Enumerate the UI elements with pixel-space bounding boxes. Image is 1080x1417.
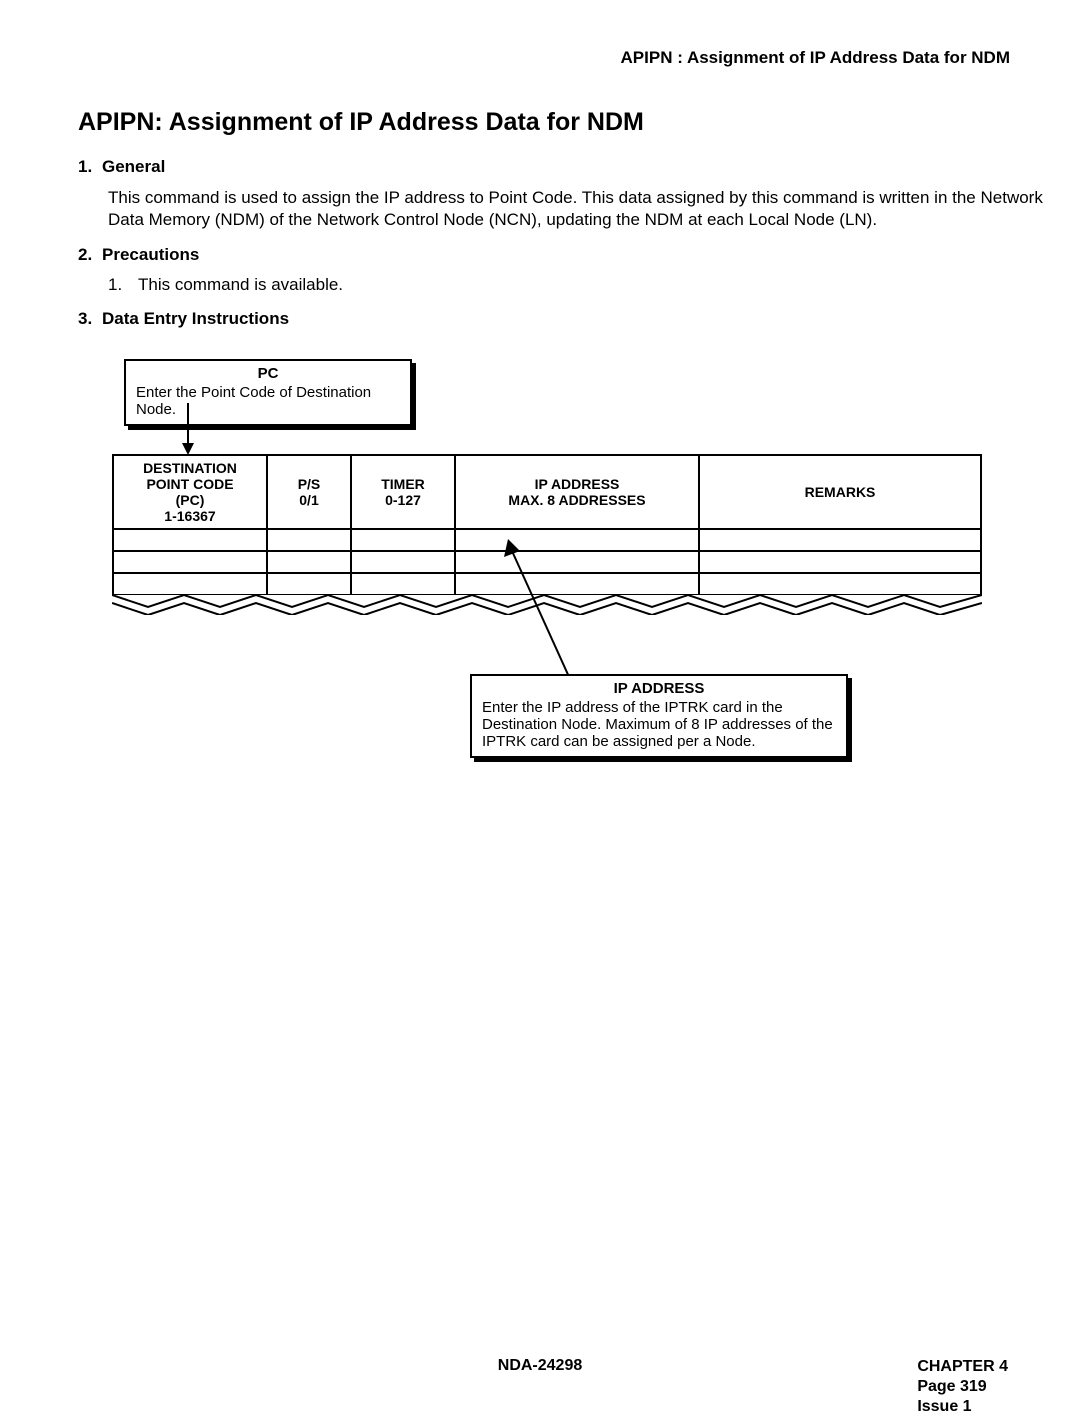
- footer-issue: Issue 1: [917, 1397, 1008, 1417]
- col5-l1: REMARKS: [706, 484, 974, 500]
- section-title-3: Data Entry Instructions: [102, 309, 289, 328]
- callout-ip: IP ADDRESS Enter the IP address of the I…: [470, 674, 848, 758]
- section-num-2: 2.: [78, 245, 102, 265]
- table-header: DESTINATION POINT CODE (PC) 1-16367 P/S …: [113, 455, 981, 529]
- section-data-entry: 3.Data Entry Instructions: [78, 309, 1080, 329]
- precaution-num-1: 1.: [108, 275, 138, 295]
- section-num-1: 1.: [78, 157, 102, 177]
- footer-doc-id: NDA-24298: [498, 1357, 582, 1375]
- precaution-text-1: This command is available.: [138, 275, 343, 294]
- callout-ip-text: Enter the IP address of the IPTRK card i…: [482, 699, 836, 750]
- col-header-ps: P/S 0/1: [267, 455, 351, 529]
- section-body-1: This command is used to assign the IP ad…: [108, 187, 1080, 231]
- col-header-timer: TIMER 0-127: [351, 455, 455, 529]
- section-title-2: Precautions: [102, 245, 199, 264]
- running-title-text: APIPN : Assignment of IP Address Data fo…: [621, 48, 1010, 67]
- diagram-area: PC Enter the Point Code of Destination N…: [0, 359, 1080, 779]
- footer-chapter: CHAPTER 4: [917, 1357, 1008, 1377]
- col1-l3: (PC): [120, 492, 260, 508]
- col3-l2: 0-127: [358, 492, 448, 508]
- section-title-1: General: [102, 157, 165, 176]
- section-heading-3: 3.Data Entry Instructions: [78, 309, 1080, 329]
- col1-l1: DESTINATION: [120, 460, 260, 476]
- col1-l4: 1-16367: [120, 508, 260, 524]
- col2-l1: P/S: [274, 476, 344, 492]
- col1-l2: POINT CODE: [120, 476, 260, 492]
- col-header-remarks: REMARKS: [699, 455, 981, 529]
- running-header: APIPN : Assignment of IP Address Data fo…: [0, 0, 1080, 68]
- col4-l1: IP ADDRESS: [462, 476, 692, 492]
- arrow-pc-icon: [178, 403, 198, 455]
- section-general: 1.General This command is used to assign…: [78, 157, 1080, 231]
- precaution-item-1: 1.This command is available.: [108, 275, 1080, 295]
- section-heading-1: 1.General: [78, 157, 1080, 177]
- callout-pc: PC Enter the Point Code of Destination N…: [124, 359, 412, 426]
- callout-ip-title: IP ADDRESS: [482, 680, 836, 697]
- footer-page: Page 319: [917, 1377, 1008, 1397]
- arrow-ip-icon: [500, 539, 580, 679]
- col-header-pc: DESTINATION POINT CODE (PC) 1-16367: [113, 455, 267, 529]
- callout-pc-text: Enter the Point Code of Destination Node…: [136, 384, 400, 418]
- section-precautions: 2.Precautions 1.This command is availabl…: [78, 245, 1080, 295]
- page-title: APIPN: Assignment of IP Address Data for…: [78, 108, 1080, 137]
- col3-l1: TIMER: [358, 476, 448, 492]
- callout-pc-title: PC: [136, 365, 400, 382]
- footer-right-block: CHAPTER 4 Page 319 Issue 1: [917, 1357, 1008, 1417]
- col2-l2: 0/1: [274, 492, 344, 508]
- section-num-3: 3.: [78, 309, 102, 329]
- col4-l2: MAX. 8 ADDRESSES: [462, 492, 692, 508]
- section-heading-2: 2.Precautions: [78, 245, 1080, 265]
- col-header-ip: IP ADDRESS MAX. 8 ADDRESSES: [455, 455, 699, 529]
